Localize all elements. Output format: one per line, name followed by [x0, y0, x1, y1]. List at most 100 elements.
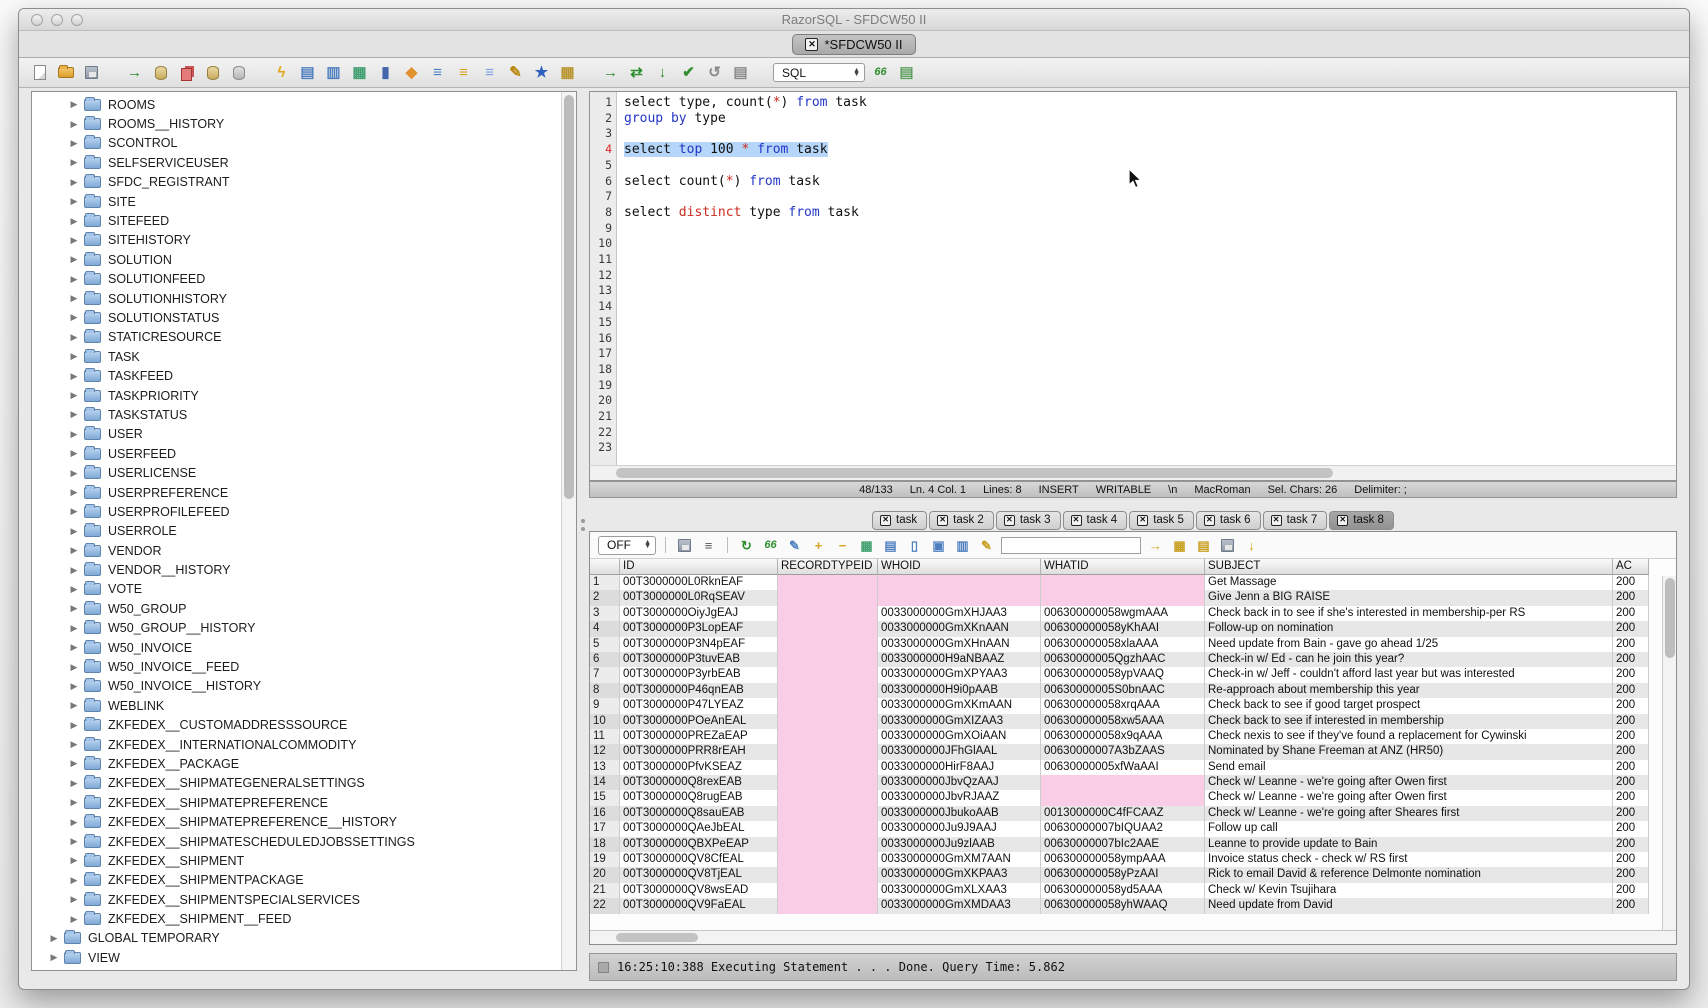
cell[interactable]: 200	[1613, 790, 1649, 805]
cell[interactable]: 0033000000GmXIZAA3	[878, 714, 1041, 729]
cell[interactable]: 5	[590, 637, 620, 652]
go-forward-icon[interactable]: →	[600, 62, 621, 83]
cell[interactable]: 00630000007A3bZAAS	[1041, 744, 1205, 759]
cell[interactable]: 2	[590, 590, 620, 605]
cell[interactable]: 00T3000000PfvKSEAZ	[620, 760, 778, 775]
tree-item[interactable]: ▶SITE	[32, 192, 560, 211]
panel-splitter[interactable]	[577, 91, 589, 971]
cell[interactable]: 00T3000000P47LYEAZ	[620, 698, 778, 713]
cell[interactable]: 006300000058yPzAAI	[1041, 867, 1205, 882]
table-row[interactable]: 800T3000000P46qnEAB0033000000H9i0pAAB006…	[590, 683, 1649, 698]
tree-item[interactable]: ▶SELFSERVICEUSER	[32, 153, 560, 172]
disclosure-triangle-icon[interactable]: ▶	[68, 662, 80, 673]
cell[interactable]: Check nexis to see if they've found a re…	[1205, 729, 1613, 744]
tree-item[interactable]: ▶SFDC_REGISTRANT	[32, 173, 560, 192]
cell[interactable]: 006300000058x9qAAA	[1041, 729, 1205, 744]
cell[interactable]	[1041, 590, 1205, 605]
tree-scrollbar-thumb[interactable]	[564, 95, 574, 499]
column-header-rownum[interactable]	[590, 559, 620, 575]
disclosure-triangle-icon[interactable]: ▶	[68, 506, 80, 517]
cell[interactable]	[778, 575, 878, 590]
cell[interactable]: 00630000007bIQUAA2	[1041, 821, 1205, 836]
close-result-tab-icon[interactable]: ✕	[1204, 515, 1215, 526]
disclosure-triangle-icon[interactable]: ▶	[68, 390, 80, 401]
sql-editor[interactable]: 1234567891011121314151617181920212223 se…	[589, 91, 1677, 465]
cell[interactable]: 1	[590, 575, 620, 590]
table-row[interactable]: 1100T3000000PREZaEAP0033000000GmXOiAAN00…	[590, 729, 1649, 744]
disclosure-triangle-icon[interactable]: ▶	[68, 429, 80, 440]
cell[interactable]: 0033000000JbvQzAAJ	[878, 775, 1041, 790]
cell[interactable]: 00T3000000POeAnEAL	[620, 714, 778, 729]
cell[interactable]: 200	[1613, 714, 1649, 729]
tree-item[interactable]: ▶W50_INVOICE	[32, 638, 560, 657]
edit-result-icon[interactable]: ▤	[1194, 536, 1213, 555]
cell[interactable]: 12	[590, 744, 620, 759]
editor-horizontal-scrollbar[interactable]	[589, 465, 1677, 481]
go-result-icon[interactable]: →	[1146, 536, 1165, 555]
cell[interactable]: 006300000058xlaAAA	[1041, 637, 1205, 652]
view-glasses-icon[interactable]: 66	[761, 536, 780, 555]
disclosure-triangle-icon[interactable]: ▶	[68, 119, 80, 130]
cell[interactable]	[878, 590, 1041, 605]
cell[interactable]: 22	[590, 898, 620, 913]
cell[interactable]	[1041, 790, 1205, 805]
result-tab-task-7[interactable]: ✕task 7	[1263, 511, 1328, 530]
disclosure-triangle-icon[interactable]: ▶	[68, 274, 80, 285]
tree-item[interactable]: ▶ZKFEDEX__PACKAGE	[32, 754, 560, 773]
insert-row-icon[interactable]: +	[809, 536, 828, 555]
cell[interactable]	[778, 837, 878, 852]
cell[interactable]: 0033000000GmXKmAAN	[878, 698, 1041, 713]
cell[interactable]: 006300000058ypVAAQ	[1041, 667, 1205, 682]
cell[interactable]: 00T3000000Q8rexEAB	[620, 775, 778, 790]
cell[interactable]: 0033000000GmXLXAA3	[878, 883, 1041, 898]
cell[interactable]: 18	[590, 837, 620, 852]
cell[interactable]: 0033000000JbukoAAB	[878, 806, 1041, 821]
book-blue-icon[interactable]: ▮	[375, 62, 396, 83]
tree-item[interactable]: ▶SOLUTIONSTATUS	[32, 308, 560, 327]
tree-item[interactable]: ▶USER	[32, 425, 560, 444]
tree-item[interactable]: ▶ZKFEDEX__SHIPMENT	[32, 851, 560, 870]
tree-item[interactable]: ▶ROOMS__HISTORY	[32, 114, 560, 133]
tree-item[interactable]: ▶ZKFEDEX__SHIPMENT__FEED	[32, 909, 560, 928]
cell[interactable]: 00T3000000P3yrbEAB	[620, 667, 778, 682]
cell[interactable]: 00T3000000PREZaEAP	[620, 729, 778, 744]
edit-cell-icon[interactable]: ✎	[785, 536, 804, 555]
describe-table-icon[interactable]: ▥	[323, 62, 344, 83]
new-connection-icon[interactable]	[202, 62, 223, 83]
cell[interactable]: 200	[1613, 883, 1649, 898]
cell[interactable]: 0033000000JFhGlAAL	[878, 744, 1041, 759]
cell[interactable]	[778, 775, 878, 790]
disclosure-triangle-icon[interactable]: ▶	[68, 914, 80, 925]
tree-item[interactable]: ▶USERLICENSE	[32, 463, 560, 482]
cell[interactable]: 00T3000000L0RqSEAV	[620, 590, 778, 605]
cell[interactable]: 200	[1613, 637, 1649, 652]
cell[interactable]: 6	[590, 652, 620, 667]
execute-sql-icon[interactable]: ϟ	[271, 62, 292, 83]
table-row[interactable]: 300T3000000OiyJgEAJ0033000000GmXHJAA3006…	[590, 606, 1649, 621]
table-row[interactable]: 500T3000000P3N4pEAF0033000000GmXHnAAN006…	[590, 637, 1649, 652]
disclosure-triangle-icon[interactable]: ▶	[68, 720, 80, 731]
cell[interactable]: 200	[1613, 806, 1649, 821]
cell[interactable]	[1041, 575, 1205, 590]
cell[interactable]: 0033000000GmXOiAAN	[878, 729, 1041, 744]
cell[interactable]: 00T3000000QAeJbEAL	[620, 821, 778, 836]
table-row[interactable]: 1700T3000000QAeJbEAL0033000000Ju9J9AAJ00…	[590, 821, 1649, 836]
tree-item[interactable]: ▶WEBLINK	[32, 696, 560, 715]
form-view-icon[interactable]: ▯	[905, 536, 924, 555]
tree-item[interactable]: ▶ZKFEDEX__SHIPMATEPREFERENCE	[32, 793, 560, 812]
cell[interactable]: 006300000058xrqAAA	[1041, 698, 1205, 713]
disclosure-triangle-icon[interactable]: ▶	[68, 371, 80, 382]
close-result-tab-icon[interactable]: ✕	[1004, 515, 1015, 526]
cell[interactable]: 200	[1613, 590, 1649, 605]
tree-item[interactable]: ▶ROOMS	[32, 95, 560, 114]
tree-item[interactable]: ▶SCONTROL	[32, 134, 560, 153]
cell[interactable]	[778, 698, 878, 713]
close-result-tab-icon[interactable]: ✕	[1271, 515, 1282, 526]
commit-check-icon[interactable]: ✔	[678, 62, 699, 83]
cell[interactable]: 200	[1613, 821, 1649, 836]
result-tab-task-6[interactable]: ✕task 6	[1196, 511, 1261, 530]
cell[interactable]: Give Jenn a BIG RAISE	[1205, 590, 1613, 605]
cell[interactable]: 200	[1613, 837, 1649, 852]
cell[interactable]: 13	[590, 760, 620, 775]
cell[interactable]: 00T3000000P3tuvEAB	[620, 652, 778, 667]
